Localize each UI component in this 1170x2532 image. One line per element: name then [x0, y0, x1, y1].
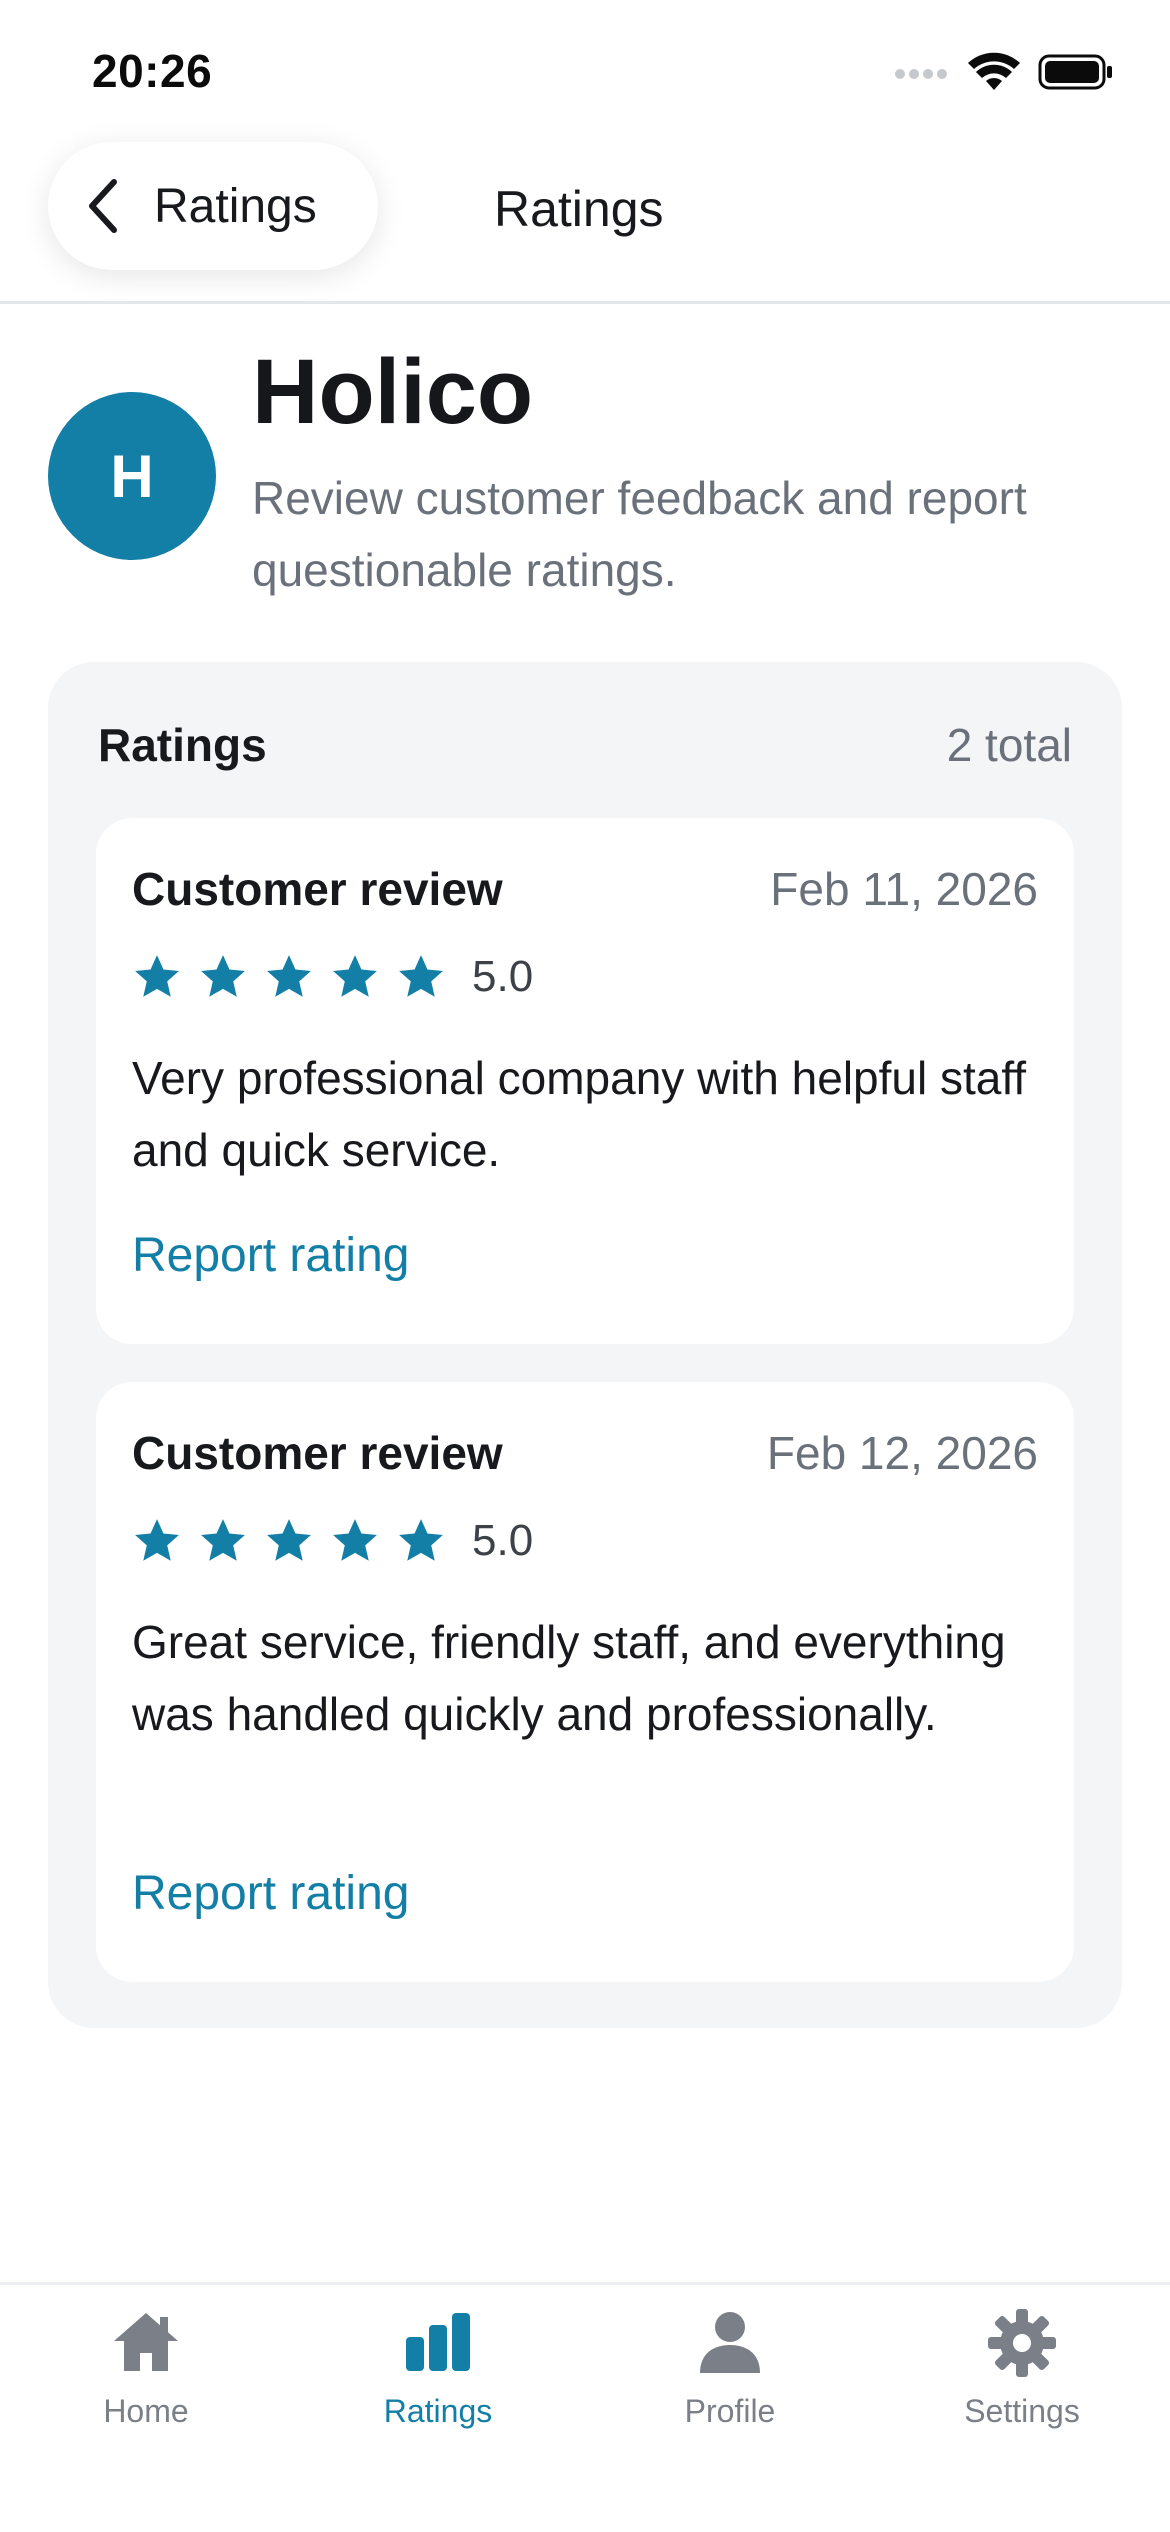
star-icon — [135, 1519, 179, 1561]
person-icon — [700, 2312, 760, 2373]
rating-text: Great service, friendly staff, and every… — [132, 1616, 1006, 1740]
star-icon — [399, 955, 443, 997]
status-icons — [894, 52, 1114, 92]
status-bar: 20:26 — [0, 0, 1170, 140]
cellular-signal-icon — [895, 69, 947, 79]
company-name: Holico — [252, 341, 534, 443]
ratings-panel: Ratings 2 total Customer review Feb 11, … — [48, 662, 1122, 2028]
tab-bar: Home Ratings Profile Settings — [0, 2282, 1170, 2532]
rating-card-date: Feb 12, 2026 — [766, 1427, 1038, 1479]
gear-icon — [988, 2309, 1056, 2377]
rating-card-header: Customer review Feb 11, 2026 — [132, 862, 1038, 916]
tab-ratings[interactable]: Ratings — [292, 2307, 584, 2430]
company-header: H Holico Review customer feedback and re… — [48, 340, 1128, 600]
rating-text: Very professional company with helpful s… — [132, 1052, 1027, 1176]
tab-profile[interactable]: Profile — [584, 2307, 876, 2430]
home-icon — [114, 2313, 178, 2371]
bar-chart-icon — [406, 2313, 470, 2371]
rating-score: 5.0 — [472, 952, 534, 1001]
star-icon — [333, 955, 377, 997]
rating-score: 5.0 — [472, 1516, 534, 1565]
report-rating-link[interactable]: Report rating — [132, 1866, 409, 1921]
chevron-left-icon — [89, 179, 117, 233]
rating-card-date: Feb 11, 2026 — [770, 863, 1038, 915]
star-icon — [267, 1519, 311, 1561]
star-icon — [333, 1519, 377, 1561]
ratings-count: 2 total — [946, 719, 1072, 771]
report-rating-link[interactable]: Report rating — [132, 1228, 409, 1283]
star-icon — [135, 955, 179, 997]
rating-card: Customer review Feb 12, 2026 5.0 Great s… — [96, 1382, 1074, 1982]
ratings-panel-title: Ratings — [98, 719, 267, 771]
star-icon — [399, 1519, 443, 1561]
tab-settings-label: Settings — [964, 2393, 1080, 2429]
back-button[interactable]: Ratings — [48, 142, 378, 270]
tab-ratings-label: Ratings — [383, 2393, 493, 2429]
nav-title: Ratings — [494, 181, 664, 237]
star-rating: 5.0 — [132, 1516, 533, 1566]
star-icon — [201, 955, 245, 997]
nav-header: Ratings Ratings — [0, 140, 1170, 304]
rating-card-title: Customer review — [132, 1427, 503, 1479]
star-icon — [201, 1519, 245, 1561]
company-subtitle: Review customer feedback and report ques… — [252, 472, 1027, 596]
star-rating: 5.0 — [132, 952, 533, 1002]
company-avatar: H — [48, 392, 216, 560]
rating-card-header: Customer review Feb 12, 2026 — [132, 1426, 1038, 1480]
star-icon — [267, 955, 311, 997]
back-button-label: Ratings — [154, 179, 317, 233]
rating-card: Customer review Feb 11, 2026 5.0 Very pr… — [96, 818, 1074, 1344]
rating-card-title: Customer review — [132, 863, 503, 915]
tab-home-label: Home — [103, 2393, 189, 2429]
wifi-icon — [968, 52, 1020, 90]
tab-profile-label: Profile — [684, 2393, 776, 2429]
status-time: 20:26 — [92, 45, 213, 97]
tab-settings[interactable]: Settings — [876, 2307, 1168, 2430]
battery-icon — [1038, 54, 1112, 90]
tab-home[interactable]: Home — [0, 2307, 292, 2430]
